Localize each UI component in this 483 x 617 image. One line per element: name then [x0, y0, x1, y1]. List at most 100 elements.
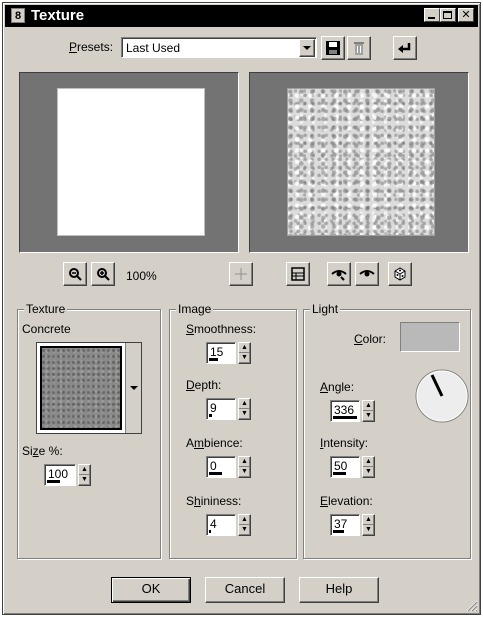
size-spin-buttons[interactable]: ▲ ▼ — [78, 464, 91, 486]
angle-spin-buttons[interactable]: ▲ ▼ — [362, 400, 375, 422]
shininess-input[interactable]: 4 — [206, 514, 236, 536]
save-preset-icon — [326, 41, 340, 55]
zoom-out-button[interactable] — [63, 262, 87, 286]
auto-proof-eye-icon — [359, 270, 375, 277]
color-label: Color: — [354, 332, 387, 346]
presets-label: Presets: — [69, 40, 114, 54]
intensity-value: 50 — [334, 459, 348, 473]
delete-preset-icon — [354, 42, 364, 55]
app-icon: 8 — [11, 8, 25, 23]
spin-up-icon[interactable]: ▲ — [239, 457, 250, 467]
size-input[interactable]: 100 — [44, 464, 76, 486]
spin-up-icon[interactable]: ▲ — [239, 515, 250, 525]
depth-label: Depth: — [186, 378, 222, 392]
angle-dial[interactable] — [414, 368, 470, 424]
spin-down-icon[interactable]: ▼ — [239, 353, 250, 363]
spin-up-icon[interactable]: ▲ — [79, 465, 90, 475]
ok-button[interactable]: OK — [111, 577, 191, 603]
zoom-in-button[interactable] — [91, 262, 115, 286]
presets-combo[interactable]: Last Used — [121, 37, 317, 58]
texture-group-title: Texture — [24, 302, 68, 316]
spin-down-icon[interactable]: ▼ — [239, 525, 250, 535]
texture-name: Concrete — [22, 322, 71, 336]
ambience-input[interactable]: 0 — [206, 456, 236, 478]
texture-dropdown-button[interactable] — [125, 343, 141, 433]
intensity-spin-buttons[interactable]: ▲ ▼ — [362, 456, 375, 478]
chevron-down-icon — [130, 386, 138, 390]
cancel-button[interactable]: Cancel — [205, 577, 285, 603]
spin-up-icon[interactable]: ▲ — [363, 401, 374, 411]
spin-down-icon[interactable]: ▼ — [363, 467, 374, 477]
original-preview[interactable] — [57, 88, 205, 236]
smoothness-input[interactable]: 15 — [206, 342, 236, 364]
dice-icon — [394, 267, 406, 281]
elevation-input[interactable]: 37 — [330, 514, 360, 536]
spin-up-icon[interactable]: ▲ — [239, 343, 250, 353]
angle-label: Angle: — [320, 380, 355, 394]
zoom-level: 100% — [126, 269, 157, 283]
spin-down-icon[interactable]: ▼ — [239, 409, 250, 419]
window-title: Texture — [31, 7, 85, 24]
reset-icon — [398, 43, 411, 53]
spin-down-icon[interactable]: ▼ — [239, 467, 250, 477]
spin-up-icon[interactable]: ▲ — [363, 457, 374, 467]
proof-toggle-icon — [291, 267, 305, 281]
angle-input[interactable]: 336 — [330, 400, 360, 422]
angle-value: 336 — [334, 403, 355, 417]
image-group-title: Image — [176, 302, 214, 316]
spin-up-icon[interactable]: ▲ — [363, 515, 374, 525]
spin-down-icon[interactable]: ▼ — [363, 525, 374, 535]
ambience-value: 0 — [210, 459, 217, 473]
randomize-eye-button[interactable] — [327, 262, 351, 286]
result-preview[interactable] — [287, 88, 435, 236]
move-preview-button[interactable] — [229, 262, 253, 286]
depth-value: 9 — [210, 401, 217, 415]
delete-preset-button[interactable] — [347, 36, 371, 60]
save-preset-button[interactable] — [321, 36, 345, 60]
size-level-bar — [47, 480, 60, 483]
texture-dialog: 8 Texture ✕ Presets: Last Used 100% Text… — [2, 2, 481, 615]
light-color-swatch[interactable] — [400, 322, 460, 352]
shininess-label: Shininess: — [186, 494, 242, 508]
spin-down-icon[interactable]: ▼ — [363, 411, 374, 421]
presets-dropdown-button[interactable] — [299, 39, 315, 57]
minimize-icon — [428, 17, 435, 19]
smoothness-level-bar — [209, 358, 218, 361]
texture-swatch — [40, 346, 122, 430]
minimize-button[interactable] — [424, 8, 440, 22]
elevation-spin-buttons[interactable]: ▲ ▼ — [362, 514, 375, 536]
light-group: Light Color: Angle: 336 ▲ ▼ Intensity: 50… — [303, 302, 471, 559]
image-group: Image Smoothness: 15 ▲ ▼ Depth: 9 ▲ ▼ Ambi… — [169, 302, 297, 559]
depth-spin-buttons[interactable]: ▲ ▼ — [238, 398, 251, 420]
help-button[interactable]: Help — [299, 577, 379, 603]
close-icon: ✕ — [461, 9, 471, 21]
intensity-input[interactable]: 50 — [330, 456, 360, 478]
title-bar[interactable]: 8 Texture ✕ — [5, 5, 478, 27]
light-group-title: Light — [310, 302, 341, 316]
randomize-eye-icon — [331, 270, 347, 281]
smoothness-spin-buttons[interactable]: ▲ ▼ — [238, 342, 251, 364]
proof-toggle-button[interactable] — [286, 262, 310, 286]
spin-up-icon[interactable]: ▲ — [239, 399, 250, 409]
intensity-label: Intensity: — [320, 436, 369, 450]
intensity-level-bar — [333, 472, 346, 475]
smoothness-label: Smoothness: — [186, 322, 257, 336]
spin-down-icon[interactable]: ▼ — [79, 475, 90, 485]
resize-grip-icon[interactable] — [465, 599, 478, 612]
smoothness-value: 15 — [210, 345, 224, 359]
depth-input[interactable]: 9 — [206, 398, 236, 420]
maximize-button[interactable] — [440, 8, 456, 22]
shininess-value: 4 — [210, 517, 217, 531]
move-crosshair-icon — [235, 268, 247, 280]
elevation-level-bar — [333, 530, 344, 533]
auto-proof-eye-button[interactable] — [355, 262, 379, 286]
shininess-spin-buttons[interactable]: ▲ ▼ — [238, 514, 251, 536]
close-button[interactable]: ✕ — [458, 8, 474, 22]
original-preview-frame — [19, 72, 239, 253]
ambience-spin-buttons[interactable]: ▲ ▼ — [238, 456, 251, 478]
ambience-label: Ambience: — [186, 436, 243, 450]
reset-button[interactable] — [393, 36, 417, 60]
shininess-level-bar — [209, 530, 211, 533]
dice-button[interactable] — [388, 262, 412, 286]
texture-swatch-frame[interactable] — [36, 342, 142, 434]
